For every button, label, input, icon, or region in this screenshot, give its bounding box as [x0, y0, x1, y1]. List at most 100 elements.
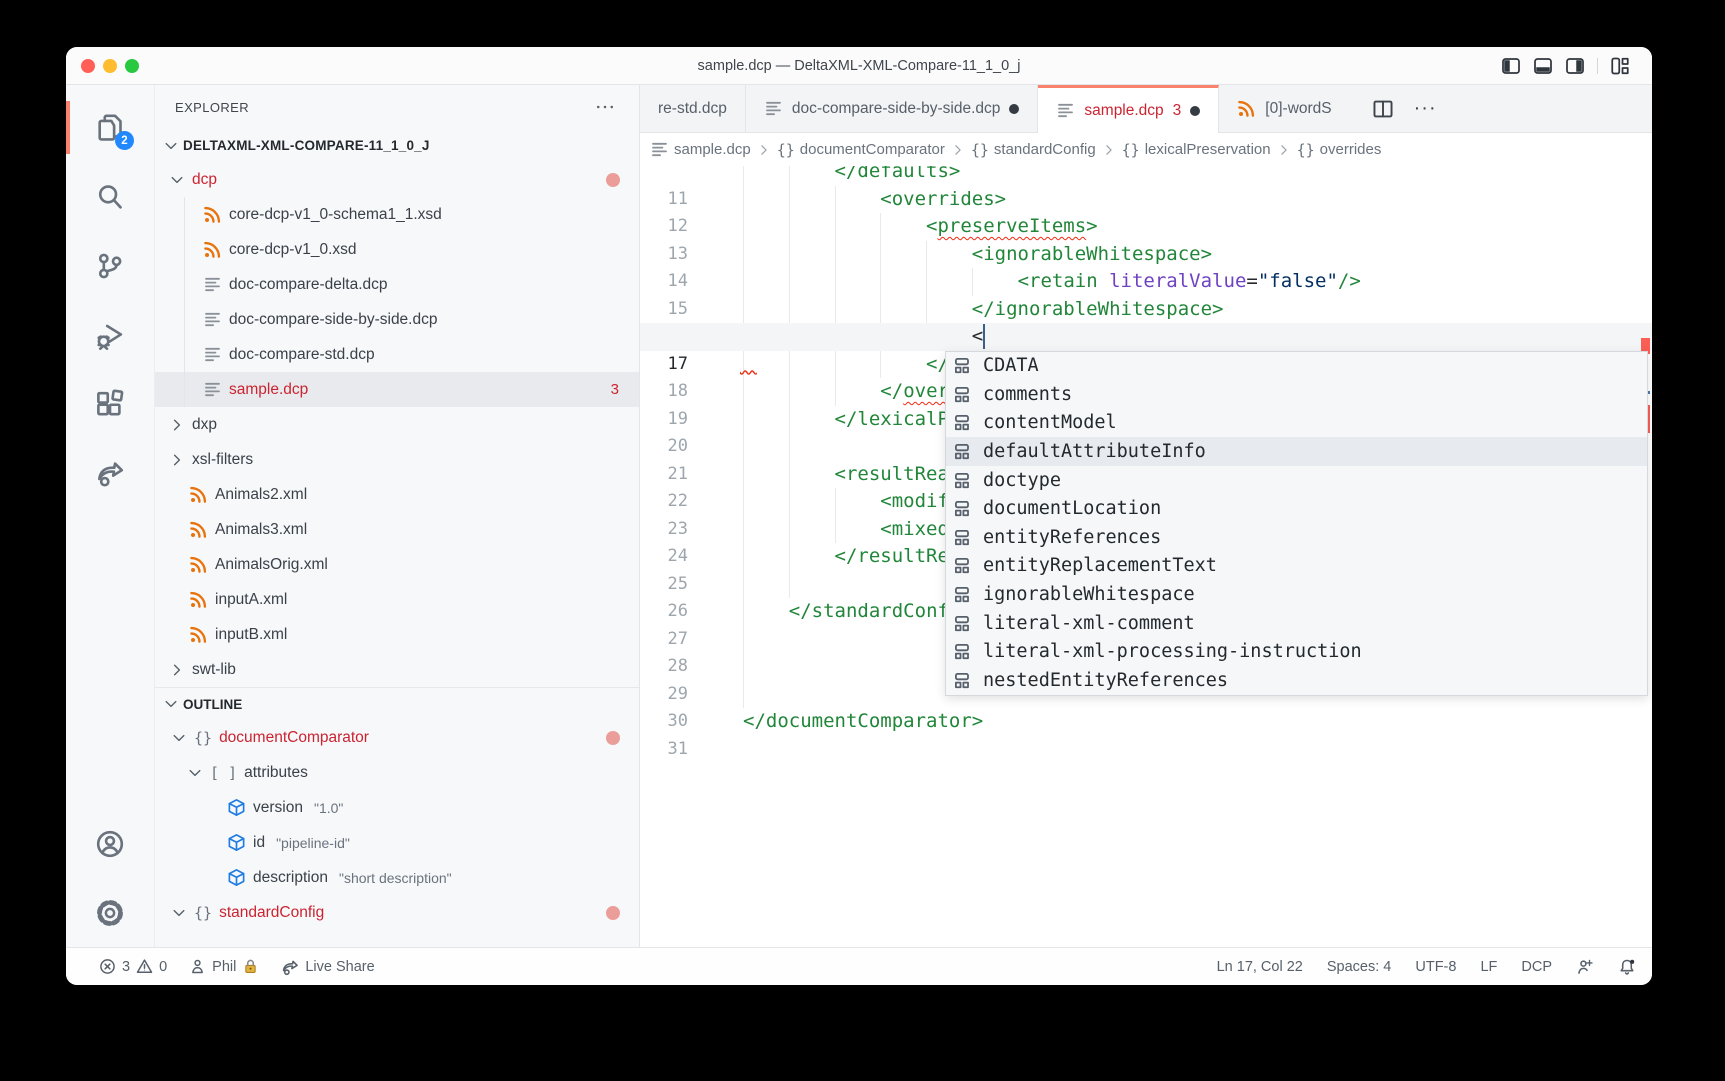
file-tree-item-doc-compare-side-by-side.dcp[interactable]: doc-compare-side-by-side.dcp [155, 302, 639, 337]
suggest-item-documentLocation[interactable]: documentLocation [946, 494, 1647, 523]
file-tree-item-inputB.xml[interactable]: inputB.xml [155, 617, 639, 652]
xml-file-icon [189, 555, 208, 574]
activity-bar-explorer[interactable]: 2 [66, 93, 154, 162]
code-line-15[interactable]: 15 <retain literalValue="false"/> [640, 268, 1652, 296]
minimize-window-button[interactable] [103, 59, 117, 73]
file-tree-item-doc-compare-std.dcp[interactable]: doc-compare-std.dcp [155, 337, 639, 372]
explorer-more-actions-icon[interactable] [595, 97, 615, 117]
file-tree-item-core-dcp-v1_0.xsd[interactable]: core-dcp-v1_0.xsd [155, 232, 639, 267]
file-tree-item-swt-lib[interactable]: swt-lib [155, 652, 639, 687]
split-editor-icon[interactable] [1372, 98, 1394, 120]
breadcrumb-overrides[interactable]: {} overrides [1297, 141, 1382, 159]
file-tree-item-sample.dcp[interactable]: sample.dcp 3 [155, 372, 639, 407]
live-share-button[interactable]: Live Share [281, 958, 374, 976]
more-actions-icon[interactable]: ··· [1414, 97, 1437, 120]
activity-bar-extensions[interactable] [66, 369, 154, 438]
indentation-setting[interactable]: Spaces: 4 [1327, 959, 1392, 975]
unsaved-dot[interactable] [1009, 104, 1019, 114]
suggest-item-icon [954, 413, 973, 432]
file-tree-item-doc-compare-delta.dcp[interactable]: doc-compare-delta.dcp [155, 267, 639, 302]
activity-bar-live-share[interactable] [66, 438, 154, 507]
tab-re-std.dcp[interactable]: re-std.dcp [640, 85, 746, 132]
suggest-item-ignorableWhitespace[interactable]: ignorableWhitespace [946, 580, 1647, 609]
breadcrumb-standardConfig[interactable]: {} standardConfig [971, 141, 1096, 159]
file-tree-item-dxp[interactable]: dxp [155, 407, 639, 442]
cursor-position[interactable]: Ln 17, Col 22 [1217, 959, 1303, 975]
suggest-item-comments[interactable]: comments [946, 380, 1647, 409]
suggest-item-CDATA[interactable]: CDATA [946, 352, 1647, 381]
code-line-14[interactable]: 14 <ignorableWhitespace> [640, 241, 1652, 269]
outline-item-version[interactable]: version "1.0" [155, 790, 639, 825]
crumb-sep-icon [757, 143, 771, 157]
activity-bar-account[interactable] [66, 809, 154, 878]
crumb-sep-icon [1277, 143, 1291, 157]
suggest-item-contentModel[interactable]: contentModel [946, 409, 1647, 438]
code-line-12[interactable]: 12 <overrides> [640, 186, 1652, 214]
file-tree-item-Animals3.xml[interactable]: Animals3.xml [155, 512, 639, 547]
dcp-file-icon [203, 310, 222, 329]
feedback-icon[interactable] [1576, 958, 1594, 976]
suggest-item-icon [954, 614, 973, 633]
chevron-down-icon [163, 138, 179, 154]
code-line-31[interactable]: 31 </documentComparator> [640, 708, 1652, 736]
suggest-item-entityReplacementText[interactable]: entityReplacementText [946, 552, 1647, 581]
tab-sample.dcp[interactable]: sample.dcp 3 [1038, 85, 1219, 133]
file-tree-item-inputA.xml[interactable]: inputA.xml [155, 582, 639, 617]
symbol-kind-glyph: {} [971, 141, 989, 159]
code-line-17[interactable]: 17 < [640, 323, 1652, 351]
tab-bar: re-std.dcp doc-compare-side-by-side.dcp … [640, 85, 1652, 133]
activity-bar-settings[interactable] [66, 878, 154, 947]
outline-item-documentComparator[interactable]: {}documentComparator [155, 720, 639, 755]
error-squiggle: xx [740, 352, 757, 380]
outline-section-header[interactable]: OUTLINE [155, 687, 639, 720]
outline-item-description[interactable]: description "short description" [155, 860, 639, 895]
xml-file-icon [189, 625, 208, 644]
encoding-setting[interactable]: UTF-8 [1415, 959, 1456, 975]
suggest-item-defaultAttributeInfo[interactable]: defaultAttributeInfo [946, 437, 1647, 466]
breadcrumb-file[interactable]: sample.dcp [650, 140, 751, 159]
customize-layout-icon[interactable] [1610, 56, 1630, 76]
toggle-right-sidebar-icon[interactable] [1565, 56, 1585, 76]
suggest-item-doctype[interactable]: doctype [946, 466, 1647, 495]
live-share-icon [281, 958, 299, 976]
code-line-16[interactable]: 16 </ignorableWhitespace> [640, 296, 1652, 324]
close-window-button[interactable] [81, 59, 95, 73]
tab-doc-compare-side-by-side.dcp[interactable]: doc-compare-side-by-side.dcp [746, 85, 1038, 132]
file-tree-item-dcp[interactable]: dcp [155, 162, 639, 197]
outline-item-id[interactable]: id "pipeline-id" [155, 825, 639, 860]
breadcrumb-documentComparator[interactable]: {} documentComparator [777, 141, 945, 159]
toggle-panel-icon[interactable] [1533, 56, 1553, 76]
editor-group: re-std.dcp doc-compare-side-by-side.dcp … [640, 85, 1652, 947]
user-session-indicator[interactable]: Phil [189, 958, 259, 975]
activity-bar-source-control[interactable] [66, 231, 154, 300]
suggest-item-icon [954, 556, 973, 575]
suggest-item-nestedEntityReferences[interactable]: nestedEntityReferences [946, 666, 1647, 695]
workspace-root-row[interactable]: DELTAXML-XML-COMPARE-11_1_0_J [155, 129, 639, 162]
file-tree-item-Animals2.xml[interactable]: Animals2.xml [155, 477, 639, 512]
problems-indicator[interactable]: 3 0 [99, 958, 167, 975]
file-tree-item-core-dcp-v1_0-schema1_1.xsd[interactable]: core-dcp-v1_0-schema1_1.xsd [155, 197, 639, 232]
suggest-item-entityReferences[interactable]: entityReferences [946, 523, 1647, 552]
toggle-left-sidebar-icon[interactable] [1501, 56, 1521, 76]
code-line-11[interactable]: 11 </defaults> [640, 166, 1652, 186]
activity-bar-search[interactable] [66, 162, 154, 231]
warning-icon [136, 958, 153, 975]
eol-setting[interactable]: LF [1480, 959, 1497, 975]
breadcrumb-lexicalPreservation[interactable]: {} lexicalPreservation [1122, 141, 1271, 159]
outline-item-attributes[interactable]: [ ]attributes [155, 755, 639, 790]
suggest-item-literal-xml-processing-instruction[interactable]: literal-xml-processing-instruction [946, 637, 1647, 666]
tab-[0]-wordS[interactable]: [0]-wordS [1219, 85, 1349, 132]
suggest-item-icon [954, 528, 973, 547]
file-tree-item-AnimalsOrig.xml[interactable]: AnimalsOrig.xml [155, 547, 639, 582]
language-mode[interactable]: DCP [1521, 959, 1552, 975]
suggest-item-literal-xml-comment[interactable]: literal-xml-comment [946, 609, 1647, 638]
file-tree-item-xsl-filters[interactable]: xsl-filters [155, 442, 639, 477]
maximize-window-button[interactable] [125, 59, 139, 73]
explorer-title: EXPLORER [175, 100, 249, 115]
code-editor[interactable]: 11 </defaults> 12 <overrides> 13 <preser… [640, 166, 1652, 947]
code-line-13[interactable]: 13 <preserveItems> [640, 213, 1652, 241]
notifications-bell-icon[interactable] [1618, 958, 1636, 976]
outline-item-standardConfig[interactable]: {}standardConfig [155, 895, 639, 930]
unsaved-dot[interactable] [1190, 106, 1200, 116]
activity-bar-run-debug[interactable] [66, 300, 154, 369]
